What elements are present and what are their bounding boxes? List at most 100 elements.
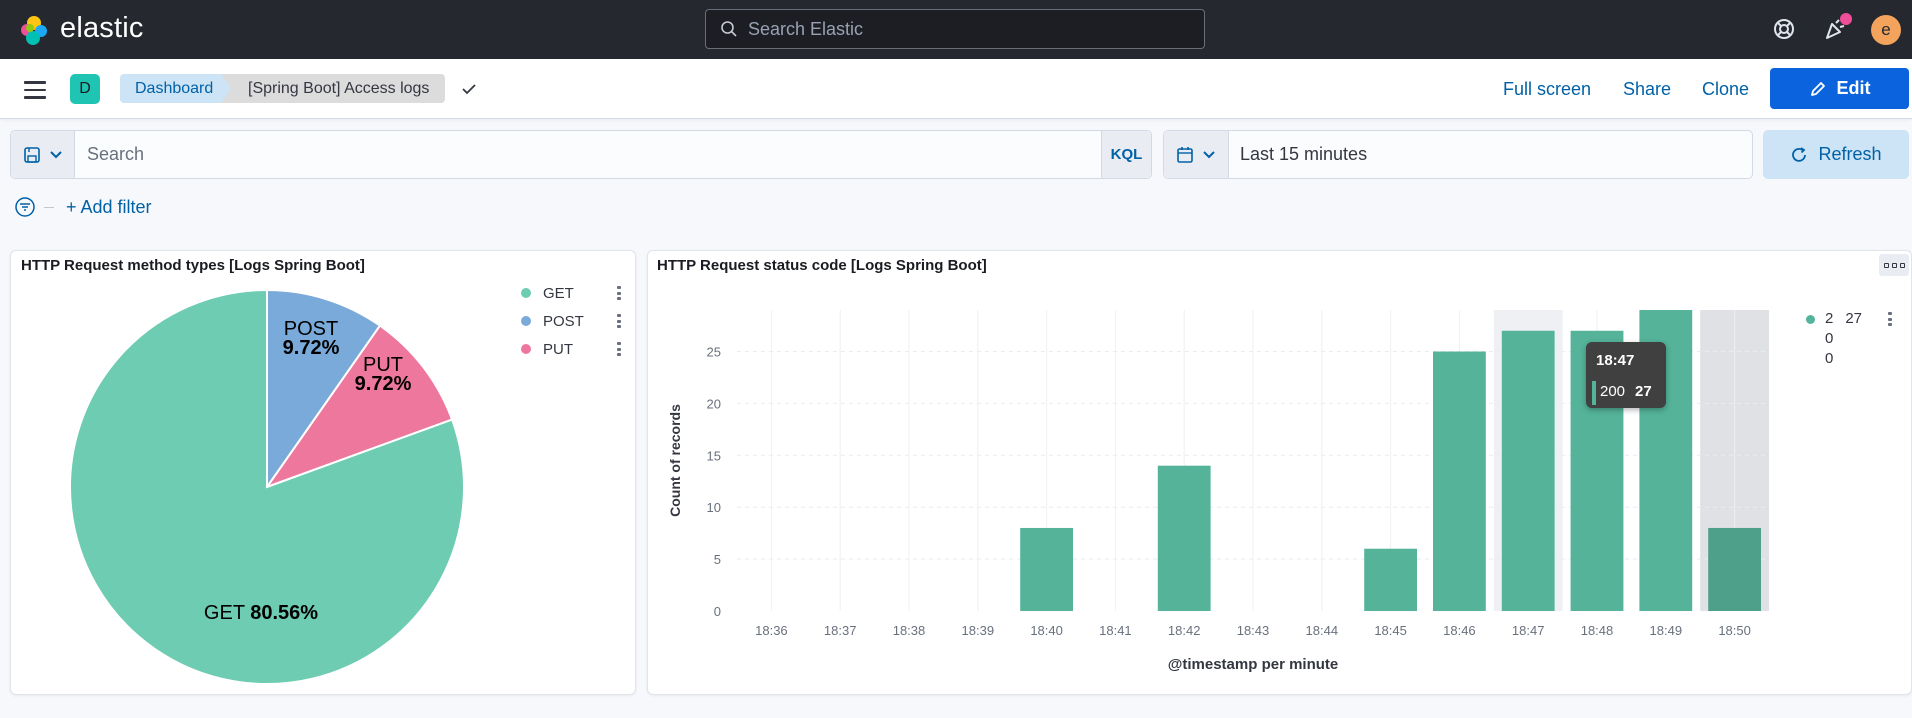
bar-chart: 0 5 10 15 20 25 18:36 18:37 18:38 18:39 18:40 18:41… xyxy=(667,310,1769,673)
bar-18:42 xyxy=(1157,465,1211,611)
legend-value: 0 xyxy=(1825,330,1834,347)
menu-icon[interactable] xyxy=(24,81,46,99)
x-tick-label: 18:48 xyxy=(1581,623,1614,638)
brand-name[interactable]: elastic xyxy=(60,12,144,45)
tooltip-color-marker xyxy=(1592,381,1596,405)
y-axis-label: Count of records xyxy=(667,404,683,517)
query-search-input[interactable]: Search xyxy=(75,144,1101,165)
legend-label: 2 xyxy=(1825,310,1834,327)
search-icon xyxy=(721,21,737,37)
bar-panel: HTTP Request status code [Logs Spring Bo… xyxy=(647,250,1912,695)
breadcrumb-dashboard[interactable]: Dashboard xyxy=(120,74,241,103)
notification-badge xyxy=(1840,13,1852,25)
y-tick-label: 5 xyxy=(714,552,721,567)
pencil-icon xyxy=(1810,81,1825,96)
add-filter-link[interactable]: + Add filter xyxy=(66,197,152,218)
legend-value: 27 xyxy=(1845,310,1863,327)
pie-label-get: GET 80.56% xyxy=(204,602,318,624)
pie-legend: GET POST PUT xyxy=(521,279,621,363)
chart-tooltip: 18:47 200 27 xyxy=(1586,342,1666,408)
y-tick-label: 25 xyxy=(707,345,721,360)
global-search-input[interactable] xyxy=(748,18,1188,40)
bar-legend: 2 27 0 0 xyxy=(1806,309,1892,369)
legend-dot xyxy=(521,316,531,326)
legend-label: POST xyxy=(543,312,584,330)
y-tick-label: 10 xyxy=(707,500,721,515)
chevron-down-icon xyxy=(49,150,62,158)
share-link[interactable]: Share xyxy=(1623,79,1671,100)
refresh-icon xyxy=(1792,146,1807,162)
x-axis-label: @timestamp per minute xyxy=(1168,656,1339,673)
x-tick-label: 18:49 xyxy=(1650,623,1683,638)
legend-options-icon[interactable] xyxy=(617,286,621,300)
check-icon xyxy=(462,84,476,95)
legend-options-icon[interactable] xyxy=(1888,312,1892,326)
y-tick-label: 0 xyxy=(714,604,721,619)
y-tick-label: 20 xyxy=(707,396,721,411)
legend-value: 0 xyxy=(1825,350,1834,367)
legend-item-200[interactable]: 2 27 xyxy=(1806,309,1862,329)
calendar-icon xyxy=(1177,146,1193,163)
bar-18:40 xyxy=(1020,527,1073,611)
breadcrumb-current: [Spring Boot] Access logs xyxy=(221,74,446,103)
chevron-down-icon xyxy=(1203,150,1215,158)
filter-icon[interactable] xyxy=(14,196,36,218)
x-tick-label: 18:41 xyxy=(1099,623,1132,638)
legend-item-post[interactable]: POST xyxy=(521,307,621,335)
x-tick-label: 18:39 xyxy=(962,623,995,638)
app-navbar: D Dashboard [Spring Boot] Access logs Fu… xyxy=(0,59,1912,119)
tooltip-time: 18:47 xyxy=(1596,352,1635,369)
bar-18:47 xyxy=(1501,330,1555,611)
legend-item-get[interactable]: GET xyxy=(521,279,621,307)
x-tick-label: 18:38 xyxy=(893,623,926,638)
x-tick-label: 18:44 xyxy=(1306,623,1339,638)
legend-options-icon[interactable] xyxy=(617,314,621,328)
x-tick-label: 18:43 xyxy=(1237,623,1270,638)
elastic-logo-icon[interactable] xyxy=(18,14,50,46)
legend-dot xyxy=(1806,314,1815,324)
legend-item-put[interactable]: PUT xyxy=(521,335,621,363)
kql-toggle[interactable]: KQL xyxy=(1101,131,1151,178)
full-screen-link[interactable]: Full screen xyxy=(1503,79,1591,100)
pie-panel: HTTP Request method types [Logs Spring B… xyxy=(10,250,636,695)
tooltip-value: 27 xyxy=(1635,383,1652,400)
bar-18:46 xyxy=(1433,351,1486,611)
pie-value-post: 9.72% xyxy=(283,337,340,359)
pie-value-put: 9.72% xyxy=(355,373,412,395)
time-picker: Last 15 minutes xyxy=(1163,130,1753,179)
x-tick-label: 18:40 xyxy=(1030,623,1063,638)
query-bar: Search KQL xyxy=(10,130,1152,179)
x-tick-label: 18:46 xyxy=(1443,623,1476,638)
bar-18:45 xyxy=(1364,548,1417,611)
edit-button[interactable]: Edit xyxy=(1770,68,1909,109)
panel-options-button[interactable] xyxy=(1879,254,1909,276)
legend-options-icon[interactable] xyxy=(617,342,621,356)
x-tick-label: 18:50 xyxy=(1718,623,1751,638)
quick-date-button[interactable] xyxy=(1164,131,1229,178)
saved-query-button[interactable] xyxy=(11,131,75,178)
y-tick-label: 15 xyxy=(707,448,721,463)
tooltip-label: 200 xyxy=(1600,383,1626,400)
top-header: elastic e xyxy=(0,0,1912,59)
filter-row: + Add filter xyxy=(14,195,152,219)
save-icon xyxy=(23,146,40,163)
global-search[interactable] xyxy=(705,9,1205,49)
legend-dot xyxy=(521,288,531,298)
space-avatar[interactable]: D xyxy=(70,74,100,104)
legend-dot xyxy=(521,344,531,354)
edit-label: Edit xyxy=(1836,78,1871,98)
help-icon[interactable] xyxy=(1771,16,1797,42)
avatar[interactable]: e xyxy=(1871,15,1901,45)
divider xyxy=(44,206,54,208)
x-tick-label: 18:36 xyxy=(755,623,788,638)
x-tick-label: 18:37 xyxy=(824,623,857,638)
bar-18:50 xyxy=(1708,527,1761,611)
legend-label: GET xyxy=(543,284,574,302)
refresh-label: Refresh xyxy=(1818,144,1882,164)
clone-link[interactable]: Clone xyxy=(1702,79,1749,100)
x-tick-label: 18:45 xyxy=(1374,623,1407,638)
time-range-value[interactable]: Last 15 minutes xyxy=(1229,144,1367,165)
refresh-button[interactable]: Refresh xyxy=(1763,130,1909,179)
legend-label: PUT xyxy=(543,340,573,358)
x-tick-label: 18:42 xyxy=(1168,623,1201,638)
